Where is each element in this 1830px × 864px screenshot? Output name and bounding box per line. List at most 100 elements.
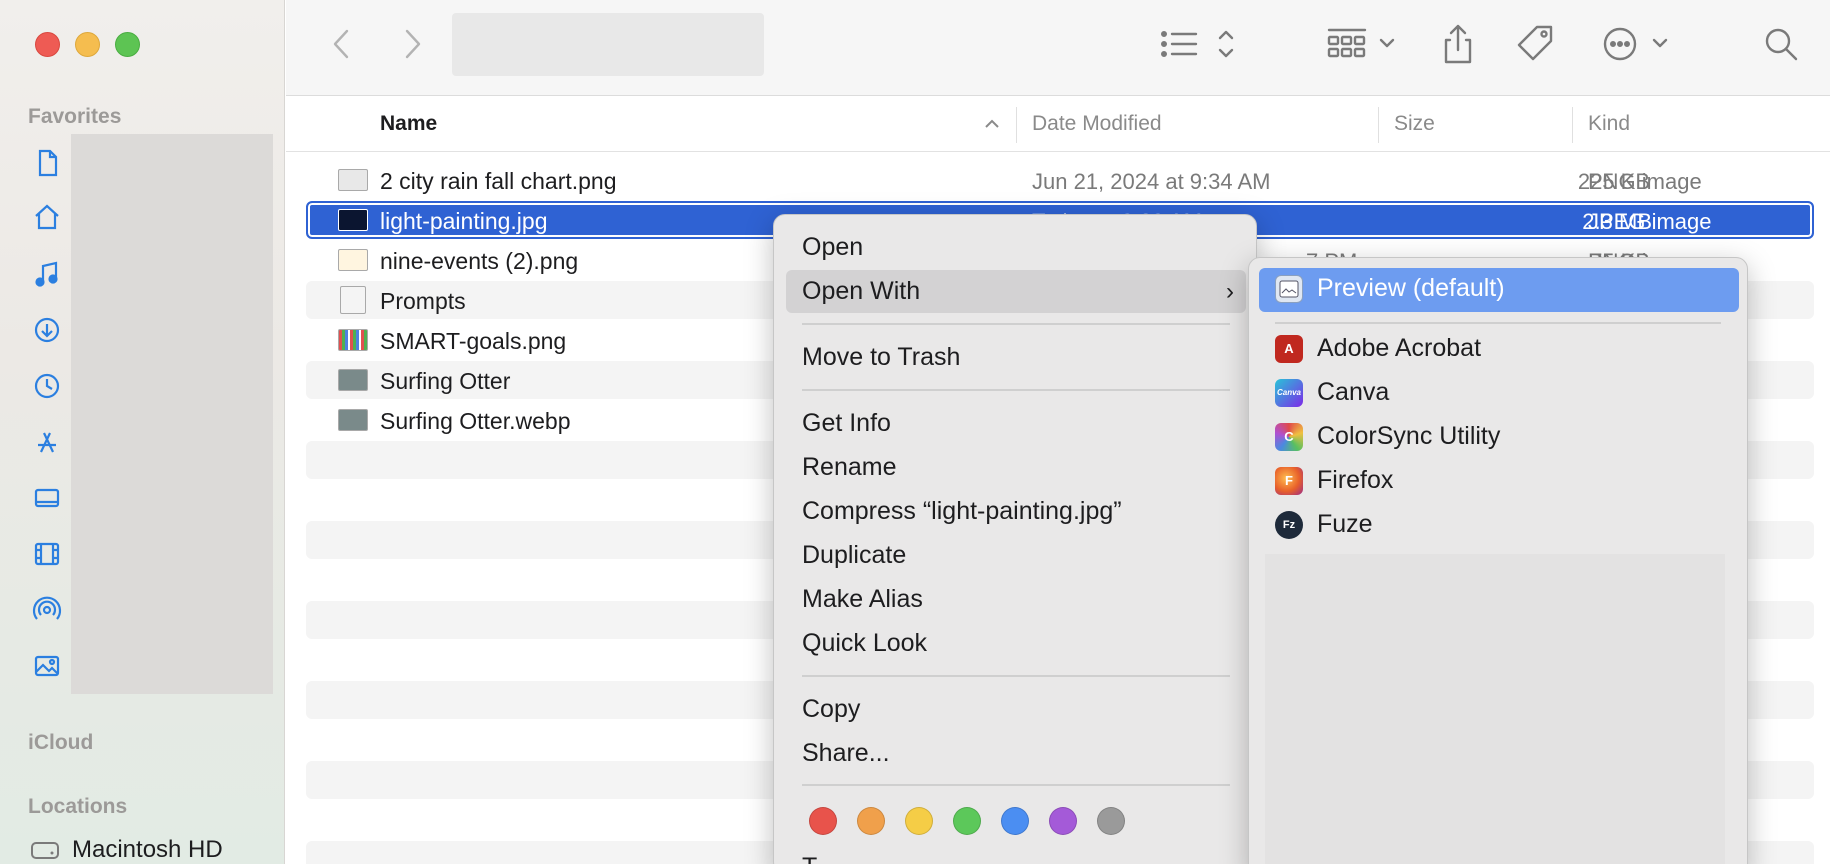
view-list-button[interactable]	[1160, 22, 1240, 66]
file-name: Surfing Otter.webp	[380, 408, 571, 434]
group-button[interactable]	[1325, 22, 1401, 66]
share-button[interactable]	[1438, 20, 1478, 68]
hard-drive-icon	[31, 842, 59, 859]
file-name: Prompts	[380, 288, 466, 314]
share-icon	[1444, 24, 1472, 64]
column-size[interactable]: Size	[1394, 112, 1435, 136]
preview-app-icon	[1275, 274, 1303, 303]
file-kind: PNG image	[1588, 169, 1702, 194]
applications-icon[interactable]	[30, 425, 64, 459]
submenu-item-label: ColorSync Utility	[1317, 422, 1501, 450]
submenu-item-adobe-acrobat[interactable]: A Adobe Acrobat	[1275, 334, 1481, 363]
image-file-icon	[338, 249, 368, 271]
file-date: Jun 21, 2024 at 9:34 AM	[1032, 169, 1271, 194]
grid-group-icon	[1327, 28, 1395, 58]
search-button[interactable]	[1760, 20, 1802, 68]
minimize-window-button[interactable]	[75, 32, 100, 57]
download-icon[interactable]	[30, 313, 64, 347]
menu-item-make-alias[interactable]: Make Alias	[802, 585, 923, 614]
file-name: SMART-goals.png	[380, 328, 567, 354]
submenu-item-label: Preview (default)	[1317, 274, 1505, 302]
menu-item-copy[interactable]: Copy	[802, 695, 860, 724]
airdrop-icon[interactable]	[30, 593, 64, 627]
fuze-icon: Fz	[1275, 510, 1303, 539]
submenu-item-canva[interactable]: Canva Canva	[1275, 378, 1389, 407]
submenu-item-fuze[interactable]: Fz Fuze	[1275, 510, 1373, 539]
submenu-redacted-area	[1265, 554, 1725, 864]
zoom-window-button[interactable]	[115, 32, 140, 57]
menu-item-rename[interactable]: Rename	[802, 453, 897, 482]
firefox-icon: F	[1275, 466, 1303, 495]
colorsync-icon: C	[1275, 422, 1303, 451]
sort-ascending-icon	[985, 119, 999, 128]
sidebar-item-macintosh-hd[interactable]: Macintosh HD	[30, 836, 223, 864]
file-name: nine-events (2).png	[380, 248, 579, 274]
sidebar-item-label: Macintosh HD	[72, 836, 223, 863]
column-name[interactable]: Name	[380, 112, 437, 136]
close-window-button[interactable]	[35, 32, 60, 57]
menu-item-move-to-trash[interactable]: Move to Trash	[802, 343, 960, 372]
menu-item-duplicate[interactable]: Duplicate	[802, 541, 906, 570]
list-view-icon	[1161, 30, 1234, 58]
image-file-icon	[338, 329, 368, 351]
more-actions-button[interactable]	[1600, 22, 1672, 66]
text-file-icon	[340, 286, 366, 314]
image-file-icon	[338, 369, 368, 391]
recents-icon[interactable]	[30, 369, 64, 403]
open-with-submenu: Preview (default) A Adobe Acrobat Canva …	[1248, 257, 1748, 864]
submenu-item-colorsync-utility[interactable]: C ColorSync Utility	[1275, 422, 1500, 451]
chevron-right-icon	[405, 29, 421, 59]
chevron-right-icon: ›	[1226, 278, 1234, 305]
desktop-icon[interactable]	[30, 481, 64, 515]
tag-color-orange[interactable]	[857, 807, 885, 835]
movies-icon[interactable]	[30, 537, 64, 571]
home-icon[interactable]	[30, 200, 64, 234]
menu-item-open[interactable]: Open	[802, 233, 863, 262]
submenu-item-label: Adobe Acrobat	[1317, 334, 1482, 362]
column-date-modified[interactable]: Date Modified	[1032, 112, 1162, 136]
file-row[interactable]: 2 city rain fall chart.png Jun 21, 2024 …	[306, 161, 1814, 199]
tag-icon	[1517, 25, 1553, 61]
sidebar-redacted-labels	[71, 134, 273, 694]
submenu-item-firefox[interactable]: F Firefox	[1275, 466, 1393, 495]
path-bar-redacted	[452, 13, 764, 76]
column-kind[interactable]: Kind	[1588, 112, 1630, 136]
file-name: Surfing Otter	[380, 368, 511, 394]
menu-item-quick-look[interactable]: Quick Look	[802, 629, 927, 658]
file-name: light-painting.jpg	[380, 208, 548, 234]
ellipsis-circle-icon	[1603, 27, 1668, 61]
tag-color-yellow[interactable]	[905, 807, 933, 835]
search-icon	[1765, 28, 1798, 61]
canva-icon: Canva	[1275, 378, 1303, 407]
adobe-acrobat-icon: A	[1275, 334, 1303, 363]
document-icon[interactable]	[30, 146, 64, 180]
icloud-section-label: iCloud	[28, 731, 94, 754]
pictures-icon[interactable]	[30, 649, 64, 683]
menu-item-share[interactable]: Share...	[802, 739, 890, 768]
menu-item-tags[interactable]: T	[802, 853, 817, 864]
tag-color-purple[interactable]	[1049, 807, 1077, 835]
menu-item-open-with[interactable]: Open With	[802, 277, 920, 306]
column-header: Name Date Modified Size Kind	[286, 97, 1830, 152]
image-file-icon	[338, 409, 368, 431]
image-file-icon	[338, 209, 368, 231]
locations-section-label: Locations	[28, 795, 128, 818]
submenu-item-label: Fuze	[1317, 510, 1373, 538]
image-file-icon	[338, 169, 368, 191]
menu-item-get-info[interactable]: Get Info	[802, 409, 891, 438]
context-menu: Open Open With › Move to Trash Get Info …	[773, 214, 1257, 864]
file-kind: JPEG image	[1588, 209, 1712, 234]
submenu-item-preview[interactable]: Preview (default)	[1275, 274, 1505, 303]
menu-item-compress[interactable]: Compress “light-painting.jpg”	[802, 497, 1122, 526]
music-icon[interactable]	[30, 258, 64, 292]
tag-color-blue[interactable]	[1001, 807, 1029, 835]
submenu-item-label: Canva	[1317, 378, 1390, 406]
tag-color-red[interactable]	[809, 807, 837, 835]
forward-button[interactable]	[398, 22, 428, 66]
tag-color-green[interactable]	[953, 807, 981, 835]
back-button[interactable]	[326, 22, 356, 66]
sidebar: Favorites iCloud Locations Macintosh HD	[0, 0, 285, 864]
favorites-section-label: Favorites	[28, 105, 122, 128]
tag-color-gray[interactable]	[1097, 807, 1125, 835]
tag-button[interactable]	[1514, 20, 1558, 68]
